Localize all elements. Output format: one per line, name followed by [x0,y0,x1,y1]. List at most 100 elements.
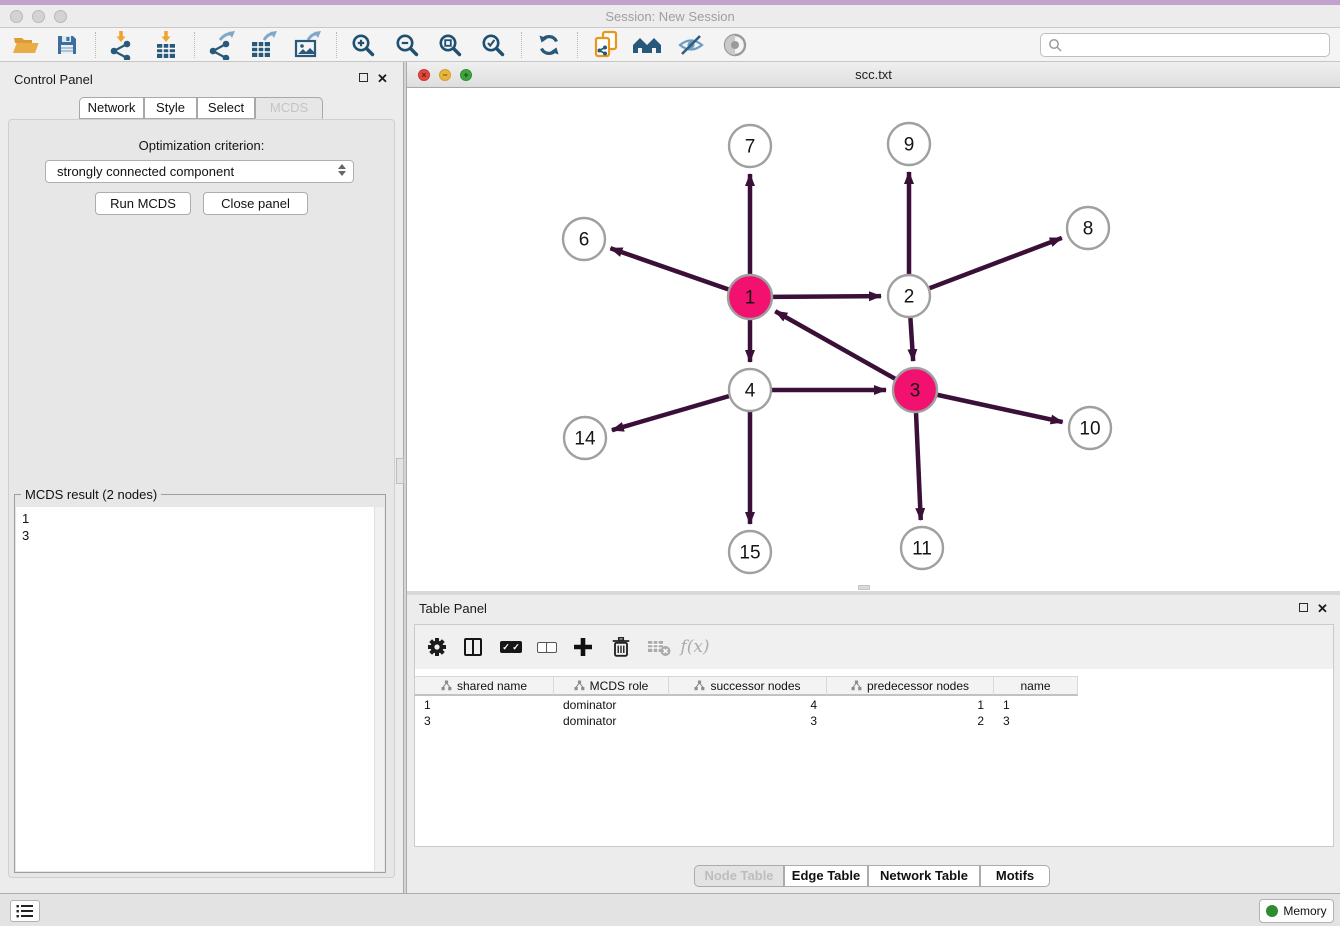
table-row[interactable]: 1dominator411 [415,697,1078,713]
run-mcds-button[interactable]: Run MCDS [95,192,191,215]
float-panel-icon[interactable] [359,73,368,82]
graph-node-3[interactable]: 3 [893,368,937,412]
graph-node-10[interactable]: 10 [1069,407,1111,449]
column-header[interactable]: name [994,677,1078,696]
graph-node-6[interactable]: 6 [563,218,605,260]
table-cell[interactable]: 1 [994,697,1078,713]
zoom-out-icon[interactable] [387,29,427,61]
hide-eye-icon[interactable] [671,29,711,61]
search-field[interactable] [1040,33,1330,57]
select-all-checks-icon[interactable]: ✓✓ [495,631,527,663]
network-minimize-icon[interactable]: − [439,69,451,81]
graph-edge-3-11[interactable] [916,413,921,520]
graph-node-14[interactable]: 14 [564,417,606,459]
graph-edge-3-1[interactable] [775,311,895,378]
gear-icon[interactable] [421,631,453,663]
graph-node-8[interactable]: 8 [1067,207,1109,249]
table-cell[interactable]: 3 [994,713,1078,729]
svg-text:2: 2 [904,287,915,308]
network-resize-grip[interactable] [858,585,870,590]
toolbar-separator [577,32,578,58]
graph-edge-3-10[interactable] [937,395,1062,422]
close-panel-icon[interactable]: ✕ [377,74,388,84]
table-cell[interactable]: 4 [669,697,827,713]
network-canvas[interactable]: 7 9 6 8 1 2 4 3 14 10 15 11 [407,88,1340,591]
minimize-window-icon[interactable] [32,10,45,23]
graph-node-11[interactable]: 11 [901,527,943,569]
delete-row-icon[interactable] [605,631,637,663]
zoom-fit-icon[interactable] [430,29,470,61]
network-close-icon[interactable]: × [418,69,430,81]
export-image-icon[interactable] [287,29,327,61]
column-header[interactable]: MCDS role [554,677,669,696]
graph-edge-2-3[interactable] [910,318,913,361]
graph-node-2[interactable]: 2 [888,275,930,317]
column-header[interactable]: successor nodes [669,677,827,696]
search-input[interactable] [1063,35,1329,55]
svg-text:11: 11 [912,539,932,560]
import-table-icon[interactable] [146,29,186,61]
import-network-icon[interactable] [102,29,142,61]
refresh-icon[interactable] [529,29,569,61]
zoom-in-icon[interactable] [343,29,383,61]
table-cell[interactable]: 2 [827,713,994,729]
tab-motifs[interactable]: Motifs [980,865,1050,887]
add-row-icon[interactable] [567,631,599,663]
zoom-window-icon[interactable] [54,10,67,23]
graph-node-7[interactable]: 7 [729,125,771,167]
function-builder-icon[interactable]: f(x) [679,631,711,663]
tab-network[interactable]: Network [79,97,144,119]
zoom-selected-icon[interactable] [473,29,513,61]
mcds-result-textarea[interactable]: 1 3 [16,507,384,871]
toolbar-separator [336,32,337,58]
table-close-icon[interactable]: ✕ [1317,604,1328,614]
open-folder-icon[interactable] [6,29,46,61]
tab-node-table[interactable]: Node Table [694,865,784,887]
close-panel-button[interactable]: Close panel [203,192,308,215]
deselect-checks-icon[interactable] [531,631,563,663]
toolbar-separator [95,32,96,58]
column-header[interactable]: predecessor nodes [827,677,994,696]
list-icon [16,904,34,918]
splitter-grip[interactable] [396,458,404,484]
table-cell[interactable]: 3 [669,713,827,729]
column-header[interactable]: shared name [415,677,554,696]
graph-node-9[interactable]: 9 [888,123,930,165]
table-cell[interactable]: 3 [415,713,554,729]
export-table-icon[interactable] [243,29,283,61]
delete-table-icon[interactable] [643,631,675,663]
graph-node-1[interactable]: 1 [728,275,772,319]
table-row[interactable]: 3dominator323 [415,713,1078,729]
table-float-icon[interactable] [1299,603,1308,612]
show-eye-icon[interactable] [715,29,755,61]
graph-edge-2-8[interactable] [930,238,1062,288]
tab-style[interactable]: Style [144,97,197,119]
task-list-button[interactable] [10,900,40,922]
table-cell[interactable]: dominator [554,713,669,729]
column-header-label: name [1020,679,1050,693]
graph-node-4[interactable]: 4 [729,369,771,411]
save-icon[interactable] [47,29,87,61]
graph-edge-1-2[interactable] [773,296,881,297]
tab-mcds[interactable]: MCDS [255,97,323,119]
graph-edge-1-6[interactable] [610,248,728,289]
criterion-select[interactable]: strongly connected component [45,160,354,183]
network-maximize-icon[interactable]: + [460,69,472,81]
table-cell[interactable]: 1 [827,697,994,713]
home-icon[interactable] [628,29,668,61]
clone-network-icon[interactable] [586,29,626,61]
table-cell[interactable]: 1 [415,697,554,713]
memory-button[interactable]: Memory [1259,899,1334,923]
graph-node-15[interactable]: 15 [729,531,771,573]
tab-select[interactable]: Select [197,97,255,119]
close-window-icon[interactable] [10,10,23,23]
tab-edge-table[interactable]: Edge Table [784,865,868,887]
graph-edge-4-14[interactable] [612,396,729,430]
tab-network-table[interactable]: Network Table [868,865,980,887]
svg-text:14: 14 [574,429,596,450]
result-scrollbar[interactable] [374,507,384,871]
main-titlebar: Session: New Session [0,5,1340,28]
export-network-icon[interactable] [201,29,241,61]
table-cell[interactable]: dominator [554,697,669,713]
split-columns-icon[interactable] [457,631,489,663]
